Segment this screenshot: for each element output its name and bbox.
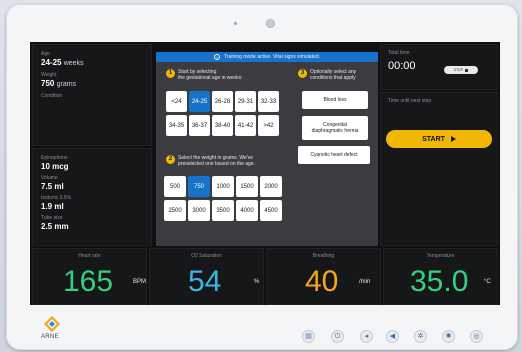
weight-selector: 500 750 1000 1500 2000 2500 3000 3500 4000 4500: [164, 176, 282, 221]
age-option[interactable]: 26-28: [212, 91, 233, 112]
step-1-badge: 1: [166, 69, 175, 78]
training-banner-text: Training mode active. Vital signs simula…: [224, 54, 320, 60]
temperature-tile: Temperature 35.0 °C: [383, 248, 498, 305]
age-label: Age: [41, 51, 50, 57]
condition-cyanotic-heart-defect[interactable]: Cyanotic heart defect: [298, 146, 370, 164]
brightness-low-icon[interactable]: ✲: [414, 330, 427, 343]
setup-panel: i Training mode active. Vital signs simu…: [156, 52, 378, 246]
age-option[interactable]: 38-40: [212, 115, 233, 136]
app-screen: Age 24-25 weeks Weight 750 grams Conditi…: [30, 42, 500, 305]
info-icon: i: [214, 54, 221, 60]
step-1-text: Start by selecting the gestational age i…: [178, 69, 243, 81]
temperature-label: Temperature: [426, 253, 455, 259]
stop-icon: [465, 68, 469, 72]
breathing-unit: /min: [359, 279, 371, 285]
settings-icon[interactable]: ▤: [302, 330, 315, 343]
camera-lens: [266, 19, 275, 28]
timer-panel: Total time 00:00: [380, 44, 498, 90]
step-1-line-2: the gestational age in weeks:: [178, 75, 243, 81]
stop-label: STOP: [453, 68, 464, 72]
step-2-line-2: preselected one based on the age.: [178, 161, 256, 167]
weight-number: 750: [41, 79, 55, 88]
weight-option[interactable]: 4000: [236, 200, 258, 221]
saline-label: Isotonic 0.9%: [41, 195, 72, 201]
arne-logo: [44, 316, 60, 332]
weight-option[interactable]: 3000: [188, 200, 210, 221]
step-3-text: Optionally select any conditions that ap…: [310, 69, 356, 81]
breathing-tile: Breathing 40 /min: [266, 248, 381, 305]
weight-unit: grams: [56, 81, 77, 88]
o2-saturation-label: O2 Saturation: [191, 253, 222, 259]
weight-option[interactable]: 1500: [236, 176, 258, 197]
volume-label: Volume: [41, 175, 58, 181]
age-option[interactable]: >42: [258, 115, 279, 136]
stop-button[interactable]: STOP: [444, 66, 478, 74]
weight-option[interactable]: 2500: [164, 200, 186, 221]
weight-value: 750 grams: [41, 79, 143, 90]
epinephrine-value: 10 mcg: [41, 162, 69, 171]
start-button[interactable]: START: [386, 130, 492, 148]
condition-label: Condition: [41, 93, 63, 99]
age-option[interactable]: 41-42: [235, 115, 256, 136]
age-option[interactable]: 29-31: [235, 91, 256, 112]
weight-option[interactable]: 3500: [212, 200, 234, 221]
condition-diaphragmatic-hernia[interactable]: Congenital diaphragmatic hernia: [302, 116, 368, 140]
age-option[interactable]: 36-37: [189, 115, 210, 136]
heart-rate-unit: BPM: [133, 279, 147, 285]
volume-value: 7.5 ml: [41, 182, 64, 191]
weight-option[interactable]: 750: [188, 176, 210, 197]
age-number: 24-25: [41, 58, 62, 67]
step-2-badge: 2: [166, 155, 175, 164]
age-option[interactable]: <24: [166, 91, 187, 112]
o2-saturation-unit: %: [254, 279, 260, 285]
age-option[interactable]: 34-35: [166, 115, 187, 136]
age-unit: weeks: [63, 60, 84, 67]
step-2-text: Select the weight in grams. We've presel…: [178, 155, 255, 167]
heart-rate-value: 165: [63, 265, 114, 298]
camera-dot: [234, 22, 237, 25]
time-until-next-step-label: Time until next step: [388, 98, 432, 104]
age-option[interactable]: 24-25: [189, 91, 210, 112]
tube-size-label: Tube size: [41, 215, 63, 221]
condition-hernia-line-2: diaphragmatic hernia: [311, 128, 359, 134]
o2-saturation-tile: O2 Saturation 54 %: [149, 248, 264, 305]
total-time-label: Total time: [388, 50, 410, 56]
step-3-badge: 3: [298, 69, 307, 78]
temperature-value: 35.0: [410, 265, 469, 298]
start-label: START: [422, 135, 445, 143]
play-icon: [450, 136, 456, 142]
temperature-unit: °C: [484, 279, 491, 285]
saline-value: 1.9 ml: [41, 202, 64, 211]
power-icon[interactable]: ⏻: [331, 330, 344, 343]
heart-rate-label: Heart rate: [78, 253, 101, 259]
age-selector: <24 24-25 26-28 29-31 32-33 34-35 36-37 38-40 41…: [166, 91, 279, 136]
condition-blood-loss[interactable]: Blood loss: [302, 91, 368, 109]
age-value: 24-25 weeks: [41, 58, 143, 69]
weight-option[interactable]: 1000: [212, 176, 234, 197]
breathing-value: 40: [305, 265, 339, 298]
breathing-label: Breathing: [312, 253, 335, 259]
step-3-line-2: conditions that apply: [310, 75, 356, 81]
weight-option[interactable]: 500: [164, 176, 186, 197]
brightness-high-icon[interactable]: ✺: [442, 330, 455, 343]
next-step-panel: Time until next step: [380, 92, 498, 246]
medication-panel: Epinephrine 10 mcg Volume 7.5 ml Isotoni…: [32, 148, 152, 246]
patient-panel: Age 24-25 weeks Weight 750 grams Conditi…: [32, 44, 152, 146]
age-option[interactable]: 32-33: [258, 91, 279, 112]
weight-option[interactable]: 4500: [260, 200, 282, 221]
training-banner: i Training mode active. Vital signs simu…: [156, 52, 378, 62]
weight-label: Weight: [41, 72, 57, 78]
o2-saturation-value: 54: [188, 265, 222, 298]
volume-high-icon[interactable]: ◀: [386, 330, 399, 343]
heart-rate-tile: Heart rate 165 BPM: [32, 248, 147, 305]
brand-name: ARNE: [41, 334, 59, 340]
help-icon[interactable]: ◎: [470, 330, 483, 343]
volume-low-icon[interactable]: ◂: [360, 330, 373, 343]
tube-size-value: 2.5 mm: [41, 222, 69, 231]
weight-option[interactable]: 2000: [260, 176, 282, 197]
epinephrine-label: Epinephrine: [41, 155, 68, 161]
